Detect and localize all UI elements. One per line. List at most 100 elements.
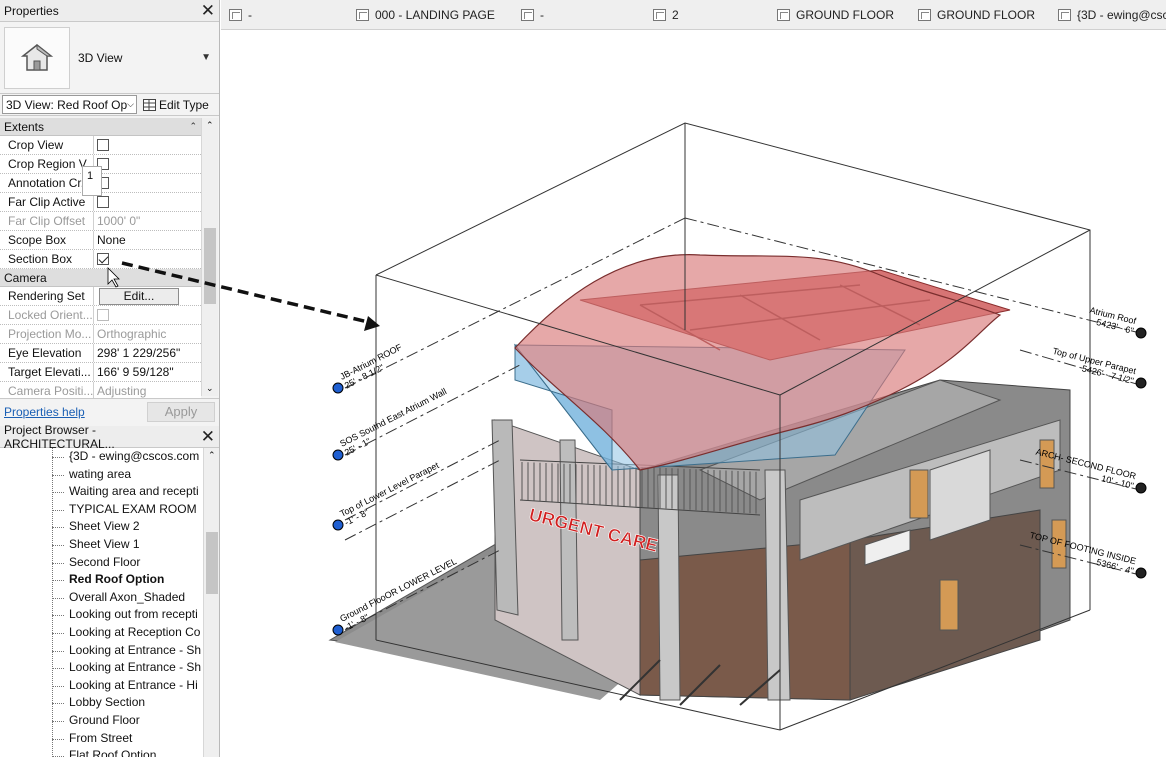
property-name: Crop Region V... xyxy=(0,155,94,173)
checkbox[interactable] xyxy=(97,196,109,208)
view-tab[interactable]: 2 xyxy=(653,0,679,30)
scroll-down-icon[interactable]: ⌄ xyxy=(206,383,214,394)
level-head[interactable]: Top of Lower Level Parapet-1' - 8" xyxy=(332,460,441,531)
level-marker-icon[interactable] xyxy=(332,519,344,531)
property-value[interactable]: Adjusting xyxy=(94,382,201,398)
property-name: Target Elevati... xyxy=(0,363,94,381)
view-tab[interactable]: - xyxy=(521,0,544,30)
level-marker-icon[interactable] xyxy=(1135,377,1147,389)
project-browser-scrollbar[interactable]: ⌃ xyxy=(203,448,219,757)
type-dropdown-icon[interactable]: ▼ xyxy=(201,52,211,63)
property-value-text: Adjusting xyxy=(97,384,147,398)
property-row[interactable]: Section Box xyxy=(0,250,201,269)
browser-view-item[interactable]: Flat Roof Option xyxy=(0,747,203,757)
view-tab-label: {3D - ewing@csc xyxy=(1077,8,1166,22)
group-camera[interactable]: Camera xyxy=(0,269,201,287)
level-head[interactable]: SOS Southd East Atrium Wall25' - 1" xyxy=(332,386,448,461)
group-extents[interactable]: Extents ⌃ xyxy=(0,118,201,136)
property-value[interactable]: 1000' 0" xyxy=(94,212,201,230)
browser-view-item[interactable]: Second Floor xyxy=(0,554,203,572)
level-head[interactable]: Atrium Roof5423' - 6" xyxy=(1089,305,1147,339)
properties-scrollbar[interactable]: ⌃ ⌄ xyxy=(201,118,218,396)
browser-view-item[interactable]: Looking at Entrance - Hi xyxy=(0,677,203,695)
property-name: Eye Elevation xyxy=(0,344,94,362)
level-marker-icon[interactable] xyxy=(332,449,344,461)
property-value[interactable] xyxy=(94,155,201,173)
property-value[interactable] xyxy=(94,174,201,192)
browser-view-item[interactable]: Sheet View 2 xyxy=(0,518,203,536)
property-value[interactable] xyxy=(94,136,201,154)
view-tab[interactable]: - xyxy=(229,0,252,30)
property-value[interactable]: 166' 9 59/128" xyxy=(94,363,201,381)
3d-house-icon xyxy=(20,43,54,71)
property-row[interactable]: Far Clip Offset 1000' 0" xyxy=(0,212,201,231)
type-name: 3D View xyxy=(78,50,123,65)
sheet-icon xyxy=(521,9,534,21)
browser-view-item[interactable]: Looking out from recepti xyxy=(0,606,203,624)
browser-view-item[interactable]: From Street xyxy=(0,730,203,748)
properties-help-link[interactable]: Properties help xyxy=(4,405,85,419)
scroll-up-icon[interactable]: ⌃ xyxy=(206,120,214,131)
3d-model-view[interactable]: URGENT CARE JB-Atrium ROOF25' - 8 1/2"SO… xyxy=(221,31,1166,757)
view-instance-select[interactable]: 3D View: Red Roof Op ⌵ xyxy=(2,95,137,114)
level-marker-icon[interactable] xyxy=(1135,482,1147,494)
project-browser-close-icon[interactable]: ✕ xyxy=(201,428,215,445)
view-tab[interactable]: GROUND FLOOR xyxy=(918,0,1035,30)
apply-button[interactable]: Apply xyxy=(147,401,215,422)
edit-type-button[interactable]: Edit Type xyxy=(143,98,209,112)
browser-view-item[interactable]: Looking at Entrance - Sh xyxy=(0,659,203,677)
browser-view-item[interactable]: {3D - ewing@cscos.com xyxy=(0,448,203,466)
chevron-down-icon: ⌵ xyxy=(127,99,134,109)
type-selector[interactable]: 3D View ▼ xyxy=(0,22,219,94)
level-marker-icon[interactable] xyxy=(1135,327,1147,339)
property-name: Annotation Cr... xyxy=(0,174,94,192)
browser-view-item[interactable]: TYPICAL EXAM ROOM xyxy=(0,501,203,519)
property-value[interactable]: Orthographic xyxy=(94,325,201,343)
properties-scroll-thumb[interactable] xyxy=(204,228,216,304)
view-tab[interactable]: 000 - LANDING PAGE xyxy=(356,0,495,30)
rendering-edit-button[interactable]: Edit... xyxy=(99,287,179,305)
property-row[interactable]: Scope Box None xyxy=(0,231,201,250)
checkbox-checked[interactable] xyxy=(97,253,109,265)
level-head[interactable]: JB-Atrium ROOF25' - 8 1/2" xyxy=(332,342,404,394)
property-value[interactable] xyxy=(94,193,201,211)
property-row[interactable]: Camera Positi... Adjusting xyxy=(0,382,201,398)
level-marker-icon[interactable] xyxy=(332,382,344,394)
property-value[interactable] xyxy=(94,250,201,268)
drawing-area[interactable]: URGENT CARE JB-Atrium ROOF 25' - 8 1/2" S xyxy=(221,31,1166,757)
browser-view-item[interactable]: Looking at Reception Co xyxy=(0,624,203,642)
property-value[interactable]: 298' 1 229/256" xyxy=(94,344,201,362)
browser-view-item[interactable]: wating area xyxy=(0,466,203,484)
browser-view-item[interactable]: Lobby Section xyxy=(0,694,203,712)
browser-view-item[interactable]: Ground Floor xyxy=(0,712,203,730)
level-marker-icon[interactable] xyxy=(332,624,344,636)
collapse-icon[interactable]: ⌃ xyxy=(189,121,197,132)
view-tab-label: 000 - LANDING PAGE xyxy=(375,8,495,22)
scroll-up-icon[interactable]: ⌃ xyxy=(208,450,216,461)
view-instance-row: 3D View: Red Roof Op ⌵ Edit Type xyxy=(0,94,219,116)
browser-view-item[interactable]: Looking at Entrance - Sh xyxy=(0,642,203,660)
property-row[interactable]: Eye Elevation 298' 1 229/256" xyxy=(0,344,201,363)
browser-view-item[interactable]: Red Roof Option xyxy=(0,571,203,589)
property-value[interactable]: None xyxy=(94,231,201,249)
checkbox[interactable] xyxy=(97,139,109,151)
browser-view-item[interactable]: Waiting area and recepti xyxy=(0,483,203,501)
level-marker-icon[interactable] xyxy=(1135,567,1147,579)
property-value[interactable] xyxy=(94,306,201,324)
browser-view-item[interactable]: Overall Axon_Shaded xyxy=(0,589,203,607)
properties-close-icon[interactable]: ✕ xyxy=(201,2,215,19)
property-row[interactable]: Crop View xyxy=(0,136,201,155)
view-tab[interactable]: GROUND FLOOR xyxy=(777,0,894,30)
property-value[interactable]: Edit... xyxy=(94,287,201,305)
property-row[interactable]: Rendering Set Edit... xyxy=(0,287,201,306)
property-row[interactable]: Projection Mo... Orthographic xyxy=(0,325,201,344)
tooltip: 1 xyxy=(82,166,102,196)
property-row[interactable]: Locked Orient... xyxy=(0,306,201,325)
level-head[interactable]: Top of Upper Parapet5426' - 7 1/2" xyxy=(1052,346,1147,389)
camera-rows: Rendering Set Edit... Locked Orient... Proj… xyxy=(0,287,219,398)
property-row[interactable]: Target Elevati... 166' 9 59/128" xyxy=(0,363,201,382)
project-browser-scroll-thumb[interactable] xyxy=(206,532,218,594)
view-tab[interactable]: {3D - ewing@csc xyxy=(1058,0,1166,30)
property-value-text: 1000' 0" xyxy=(97,214,141,228)
browser-view-item[interactable]: Sheet View 1 xyxy=(0,536,203,554)
